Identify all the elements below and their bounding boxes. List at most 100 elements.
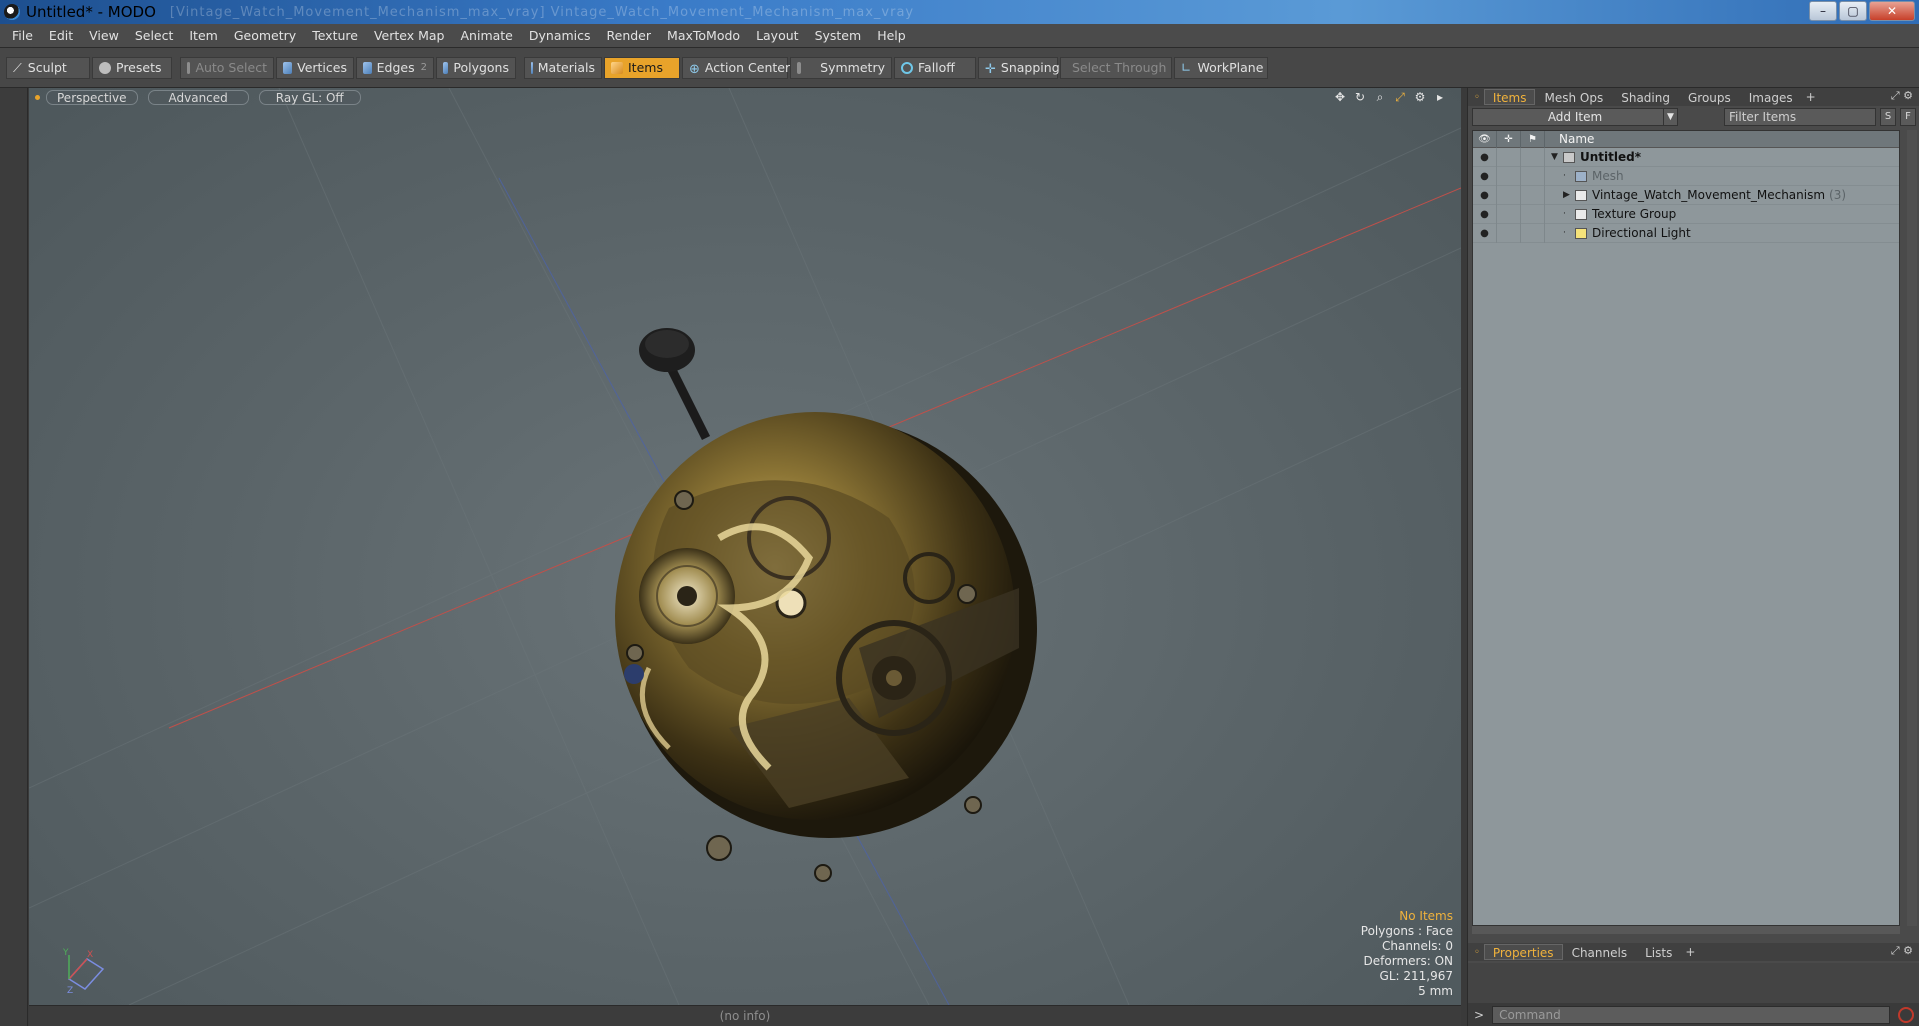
perspective-tab[interactable]: Perspective	[46, 89, 138, 105]
symmetry-button[interactable]: Symmetry	[790, 56, 892, 79]
close-button[interactable]: ✕	[1869, 1, 1915, 21]
add-item-button[interactable]: Add Item ▼	[1472, 108, 1678, 126]
3d-viewport[interactable]: Perspective Advanced Ray GL: Off ✥ ↻ ⌕ ⤢…	[29, 88, 1461, 1005]
tab-lists[interactable]: Lists	[1636, 944, 1681, 960]
item-list-horizontal-scrollbar[interactable]	[1472, 926, 1900, 934]
edges-button[interactable]: Edges 2	[356, 56, 434, 79]
visibility-column-icon[interactable]: 👁	[1473, 131, 1497, 148]
workplane-button[interactable]: ∟ WorkPlane	[1174, 56, 1268, 79]
chevron-down-icon[interactable]: ▼	[1663, 109, 1677, 125]
presets-icon	[99, 61, 111, 74]
name-column-header[interactable]: Name	[1545, 132, 1594, 146]
tab-properties[interactable]: Properties	[1483, 944, 1563, 960]
watch-crown	[639, 328, 711, 441]
menu-maxtomodo[interactable]: MaxToModo	[659, 24, 748, 48]
presets-button[interactable]: Presets	[92, 56, 172, 79]
command-input[interactable]: Command	[1492, 1005, 1891, 1024]
menu-dynamics[interactable]: Dynamics	[521, 24, 599, 48]
list-item[interactable]: ● ▶ Vintage_Watch_Movement_Mechanism (3)	[1473, 185, 1899, 205]
minimize-button[interactable]: –	[1809, 1, 1837, 21]
viewport-status-bar: (no info)	[29, 1005, 1461, 1026]
svg-text:X: X	[87, 950, 93, 960]
command-history-icon[interactable]	[1898, 1006, 1915, 1023]
gl-count-text: GL: 211,967	[1379, 969, 1453, 983]
tab-groups[interactable]: Groups	[1679, 89, 1740, 105]
menu-item[interactable]: Item	[181, 24, 225, 48]
menu-help[interactable]: Help	[869, 24, 914, 48]
list-item[interactable]: ● · Mesh	[1473, 166, 1899, 186]
viewport-header: Perspective Advanced Ray GL: Off	[29, 88, 1461, 106]
panel-options-icon[interactable]: ⤢ ⚙	[1891, 89, 1913, 103]
tab-channels[interactable]: Channels	[1563, 944, 1637, 960]
item-name: Vintage_Watch_Movement_Mechanism	[1592, 188, 1826, 202]
menu-edit[interactable]: Edit	[41, 24, 81, 48]
move-view-icon[interactable]: ✥	[1333, 90, 1347, 105]
menu-system[interactable]: System	[807, 24, 870, 48]
settings-icon[interactable]: ⚙	[1413, 90, 1427, 105]
item-list-scrollbar[interactable]	[1907, 130, 1917, 926]
window-path-text: [Vintage_Watch_Movement_Mechanism_max_vr…	[169, 4, 915, 20]
snapping-button[interactable]: ✛ Snapping	[978, 56, 1060, 79]
zoom-view-icon[interactable]: ⌕	[1373, 90, 1387, 105]
menu-vertex-map[interactable]: Vertex Map	[366, 24, 453, 48]
more-arrow-icon[interactable]: ▸	[1433, 90, 1447, 105]
polygons-button[interactable]: Polygons	[436, 56, 516, 79]
eye-icon[interactable]: ●	[1473, 166, 1497, 186]
menu-render[interactable]: Render	[599, 24, 660, 48]
action-center-button[interactable]: ⊕ Action Center	[682, 56, 790, 79]
light-icon	[1575, 227, 1587, 239]
s-button[interactable]: S	[1880, 108, 1896, 126]
ray-gl-tab[interactable]: Ray GL: Off	[258, 89, 361, 105]
left-tool-strip[interactable]	[0, 88, 28, 1026]
items-panel-tabs: ◦ Items Mesh Ops Shading Groups Images +…	[1468, 88, 1919, 106]
falloff-icon	[901, 61, 913, 74]
expand-arrow-icon[interactable]: ▶	[1563, 190, 1575, 200]
items-icon	[611, 61, 623, 74]
list-item[interactable]: ● · Texture Group	[1473, 204, 1899, 224]
render-column-icon[interactable]: ⚑	[1521, 131, 1545, 148]
add-tab-icon[interactable]: +	[1806, 90, 1816, 104]
select-through-button[interactable]: Select Through	[1060, 56, 1172, 79]
item-list-header: 👁 ✛ ⚑ Name	[1473, 131, 1899, 148]
tab-mesh-ops[interactable]: Mesh Ops	[1535, 89, 1612, 105]
eye-icon[interactable]: ●	[1473, 185, 1497, 205]
menu-file[interactable]: File	[4, 24, 41, 48]
menu-layout[interactable]: Layout	[748, 24, 807, 48]
scene-icon	[1563, 151, 1575, 163]
menu-select[interactable]: Select	[127, 24, 182, 48]
list-item[interactable]: ● · Directional Light	[1473, 223, 1899, 243]
maximize-view-icon[interactable]: ⤢	[1393, 90, 1407, 105]
sculpt-button[interactable]: ⟋ Sculpt	[6, 56, 90, 79]
menu-geometry[interactable]: Geometry	[226, 24, 304, 48]
tab-shading[interactable]: Shading	[1612, 89, 1679, 105]
edges-icon	[363, 61, 372, 74]
tab-images[interactable]: Images	[1740, 89, 1802, 105]
eye-icon[interactable]: ●	[1473, 204, 1497, 224]
add-tab-icon[interactable]: +	[1685, 945, 1695, 959]
materials-button[interactable]: Materials	[524, 56, 602, 79]
tab-items[interactable]: Items	[1483, 89, 1536, 105]
eye-icon[interactable]: ●	[1473, 147, 1497, 167]
auto-select-button[interactable]: Auto Select	[180, 56, 274, 79]
falloff-button[interactable]: Falloff	[894, 56, 976, 79]
polygons-icon	[443, 61, 449, 74]
items-button[interactable]: Items	[604, 56, 680, 79]
expand-arrow-icon[interactable]: ▼	[1551, 152, 1563, 162]
lock-column-icon[interactable]: ✛	[1497, 131, 1521, 148]
menu-view[interactable]: View	[81, 24, 127, 48]
menu-bar: File Edit View Select Item Geometry Text…	[0, 24, 1919, 48]
menu-animate[interactable]: Animate	[453, 24, 521, 48]
eye-icon[interactable]: ●	[1473, 223, 1497, 243]
menu-texture[interactable]: Texture	[304, 24, 366, 48]
vertices-icon	[283, 61, 293, 74]
command-row: > Command	[1468, 1003, 1919, 1026]
materials-icon	[531, 61, 533, 74]
f-button[interactable]: F	[1900, 108, 1916, 126]
list-item[interactable]: ● ▼ Untitled*	[1473, 147, 1899, 167]
vertices-button[interactable]: Vertices	[276, 56, 354, 79]
filter-items-input[interactable]: Filter Items	[1724, 108, 1876, 126]
maximize-button[interactable]: ▢	[1839, 1, 1867, 21]
advanced-tab[interactable]: Advanced	[147, 89, 249, 105]
panel-options-icon[interactable]: ⤢ ⚙	[1891, 944, 1913, 958]
rotate-view-icon[interactable]: ↻	[1353, 90, 1367, 105]
